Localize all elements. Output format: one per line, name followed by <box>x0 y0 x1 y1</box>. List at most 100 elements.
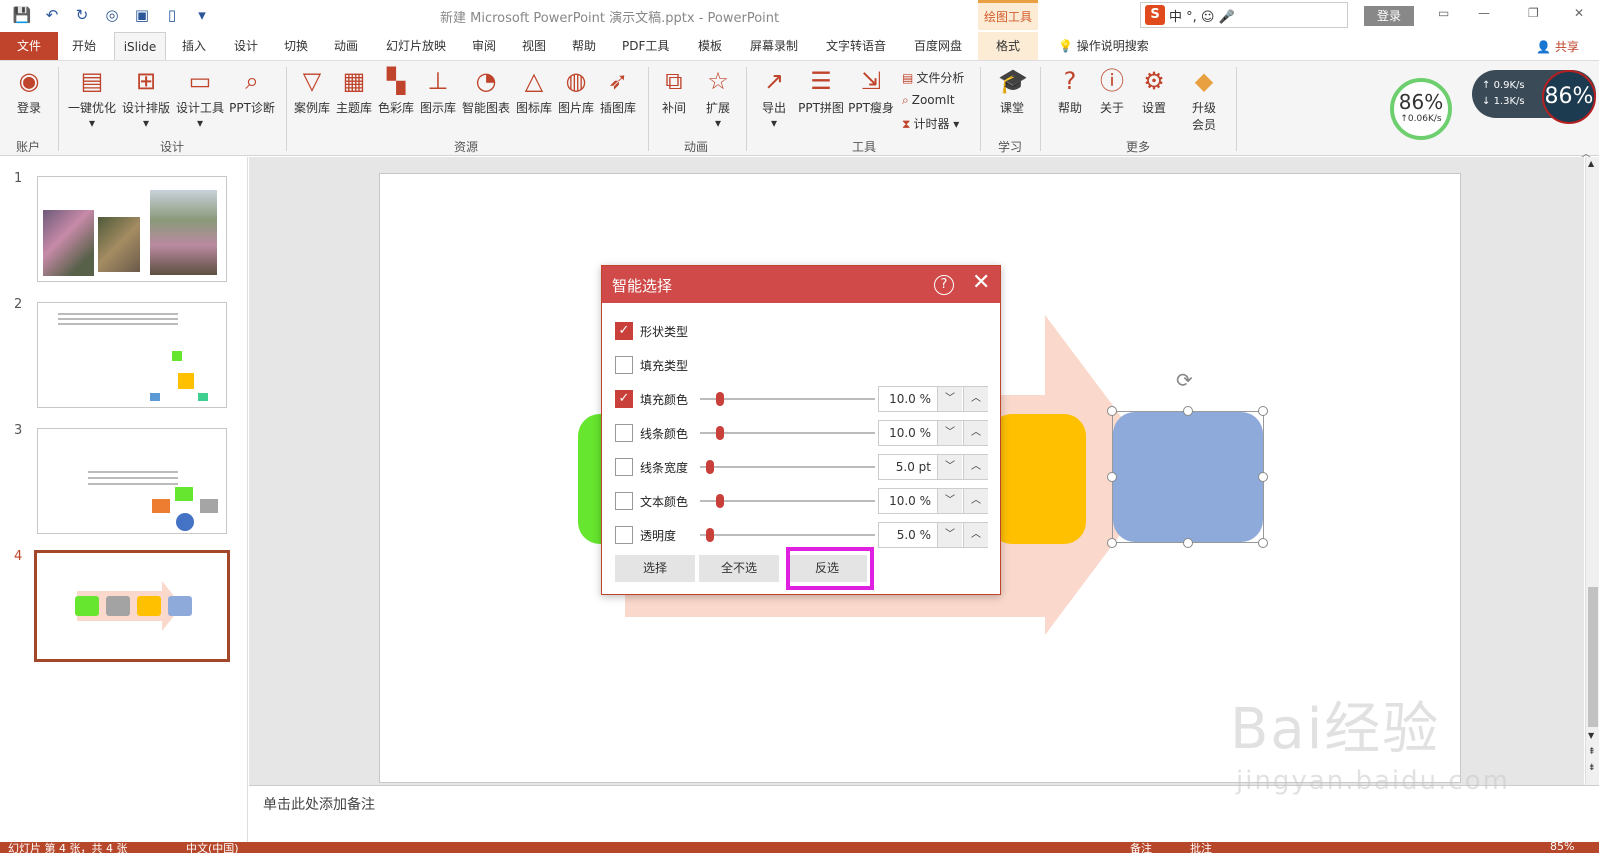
ppt-diagnose-button[interactable]: ⌕ PPT诊断 <box>226 67 278 116</box>
tab-help[interactable]: 帮助 <box>568 32 600 60</box>
scroll-down-icon[interactable]: ▼ <box>1588 731 1594 740</box>
tab-islide[interactable]: iSlide <box>114 32 166 60</box>
file-analysis-button[interactable]: ▤ 文件分析 <box>902 69 964 86</box>
chevron-down-icon[interactable]: ﹀ <box>937 489 962 513</box>
network-monitor[interactable]: ↑ 0.9K/s ↓ 1.3K/s 86% <box>1472 70 1596 124</box>
login-ribbon-button[interactable]: ◉ 登录 <box>12 67 46 116</box>
tab-screen-record[interactable]: 屏幕录制 <box>746 32 802 60</box>
chevron-up-icon[interactable]: ︿ <box>963 387 988 411</box>
layout-icon[interactable]: ▣ <box>132 6 152 24</box>
ime-status[interactable]: 中 °, ☺ 🎤 <box>1169 6 1235 25</box>
transparency-stepper[interactable]: 5.0 % ﹀ ︿ <box>878 522 988 548</box>
ppt-collage-button[interactable]: ☰ PPT拼图 <box>796 67 846 116</box>
tab-tts[interactable]: 文字转语音 <box>822 32 890 60</box>
fill-type-checkbox[interactable] <box>615 356 633 374</box>
tab-design[interactable]: 设计 <box>230 32 262 60</box>
redo-icon[interactable]: ↻ <box>72 6 92 24</box>
deselect-all-button[interactable]: 全不选 <box>699 555 779 582</box>
transparency-slider[interactable] <box>700 528 875 542</box>
comments-toggle[interactable]: 批注 <box>1190 842 1212 853</box>
line-width-slider[interactable] <box>700 460 875 474</box>
slider-knob[interactable] <box>716 392 724 406</box>
slide-thumbnail-3[interactable] <box>37 428 227 534</box>
select-button[interactable]: 选择 <box>615 555 695 582</box>
save-icon[interactable]: 💾 <box>12 6 32 24</box>
extend-button[interactable]: ☆ 扩展 ▾ <box>700 67 736 130</box>
zoom-level[interactable]: 85% <box>1550 842 1574 853</box>
text-color-slider[interactable] <box>700 494 875 508</box>
text-color-stepper[interactable]: 10.0 % ﹀ ︿ <box>878 488 988 514</box>
close-icon[interactable]: ✕ <box>972 270 990 295</box>
fill-color-checkbox[interactable]: ✓ <box>615 390 633 408</box>
fill-color-slider[interactable] <box>700 392 875 406</box>
scroll-up-icon[interactable]: ▲ <box>1588 159 1594 168</box>
tab-file[interactable]: 文件 <box>0 32 58 60</box>
line-color-checkbox[interactable] <box>615 424 633 442</box>
shape-type-checkbox[interactable]: ✓ <box>615 322 633 340</box>
resize-handle[interactable] <box>1107 406 1117 416</box>
tab-home[interactable]: 开始 <box>68 32 100 60</box>
transparency-checkbox[interactable] <box>615 526 633 544</box>
resize-handle[interactable] <box>1183 538 1193 548</box>
performance-meter[interactable]: 86% ↑0.06K/s <box>1390 78 1452 140</box>
tab-format[interactable]: 格式 <box>978 32 1038 60</box>
chevron-down-icon[interactable]: ﹀ <box>937 455 962 479</box>
language-status[interactable]: 中文(中国) <box>186 842 239 853</box>
about-button[interactable]: ⓘ 关于 <box>1094 67 1130 116</box>
slide-thumbnail-4[interactable] <box>34 550 230 662</box>
slide-thumbnail-2[interactable] <box>37 302 227 408</box>
icon-library-button[interactable]: △ 图标库 <box>514 67 554 116</box>
customize-qat-icon[interactable]: ▾ <box>192 6 212 24</box>
settings-button[interactable]: ⚙ 设置 <box>1136 67 1172 116</box>
previous-slide-icon[interactable]: ⇞ <box>1588 747 1596 757</box>
chevron-down-icon[interactable]: ﹀ <box>937 387 962 411</box>
tween-button[interactable]: ⧉ 补间 <box>656 67 692 116</box>
line-color-slider[interactable] <box>700 426 875 440</box>
resize-handle[interactable] <box>1258 472 1268 482</box>
share-button[interactable]: 👤 共享 <box>1536 38 1579 55</box>
export-button[interactable]: ↗ 导出 ▾ <box>756 67 792 130</box>
help-ribbon-button[interactable]: ? 帮助 <box>1052 67 1088 116</box>
resize-handle[interactable] <box>1107 538 1117 548</box>
resize-handle[interactable] <box>1107 472 1117 482</box>
tell-me-search[interactable]: 💡 操作说明搜索 <box>1054 32 1153 60</box>
case-library-button[interactable]: ▽ 案例库 <box>292 67 332 116</box>
maximize-icon[interactable]: ❐ <box>1528 6 1539 20</box>
diagram-library-button[interactable]: ⊥ 图示库 <box>418 67 458 116</box>
notes-toggle[interactable]: 备注 <box>1130 842 1152 853</box>
yellow-rounded-rect[interactable] <box>990 414 1086 544</box>
resize-handle[interactable] <box>1183 406 1193 416</box>
slider-knob[interactable] <box>706 528 714 542</box>
line-width-value[interactable]: 5.0 pt <box>879 460 931 474</box>
text-color-value[interactable]: 10.0 % <box>879 494 931 508</box>
text-color-checkbox[interactable] <box>615 492 633 510</box>
tab-baidu-pan[interactable]: 百度网盘 <box>910 32 966 60</box>
illustration-library-button[interactable]: ➶ 插图库 <box>598 67 638 116</box>
chevron-up-icon[interactable]: ︿ <box>963 455 988 479</box>
tab-insert[interactable]: 插入 <box>178 32 210 60</box>
undo-icon[interactable]: ↶ <box>42 6 62 24</box>
chevron-up-icon[interactable]: ︿ <box>963 421 988 445</box>
slider-knob[interactable] <box>716 494 724 508</box>
scrollbar-thumb[interactable] <box>1588 587 1598 727</box>
color-library-button[interactable]: ▚ 色彩库 <box>376 67 416 116</box>
image-library-button[interactable]: ◍ 图片库 <box>556 67 596 116</box>
design-layout-button[interactable]: ⊞ 设计排版 ▾ <box>120 67 172 130</box>
timer-button[interactable]: ⧗ 计时器 ▾ <box>902 115 959 132</box>
design-tools-button[interactable]: ▭ 设计工具 ▾ <box>174 67 226 130</box>
login-button[interactable]: 登录 <box>1364 6 1414 26</box>
tab-animations[interactable]: 动画 <box>330 32 362 60</box>
classroom-button[interactable]: 🎓 课堂 <box>994 67 1030 116</box>
chevron-down-icon[interactable]: ﹀ <box>937 523 962 547</box>
line-width-stepper[interactable]: 5.0 pt ﹀ ︿ <box>878 454 988 480</box>
fill-color-stepper[interactable]: 10.0 % ﹀ ︿ <box>878 386 988 412</box>
zoomit-button[interactable]: ⌕ ZoomIt <box>902 93 955 108</box>
theme-library-button[interactable]: ▦ 主题库 <box>334 67 374 116</box>
sogou-icon[interactable]: S <box>1145 5 1165 25</box>
preview-icon[interactable]: ◎ <box>102 6 122 24</box>
resize-handle[interactable] <box>1258 406 1268 416</box>
chevron-up-icon[interactable]: ︿ <box>963 489 988 513</box>
slider-knob[interactable] <box>716 426 724 440</box>
tab-view[interactable]: 视图 <box>518 32 550 60</box>
tab-transitions[interactable]: 切换 <box>280 32 312 60</box>
